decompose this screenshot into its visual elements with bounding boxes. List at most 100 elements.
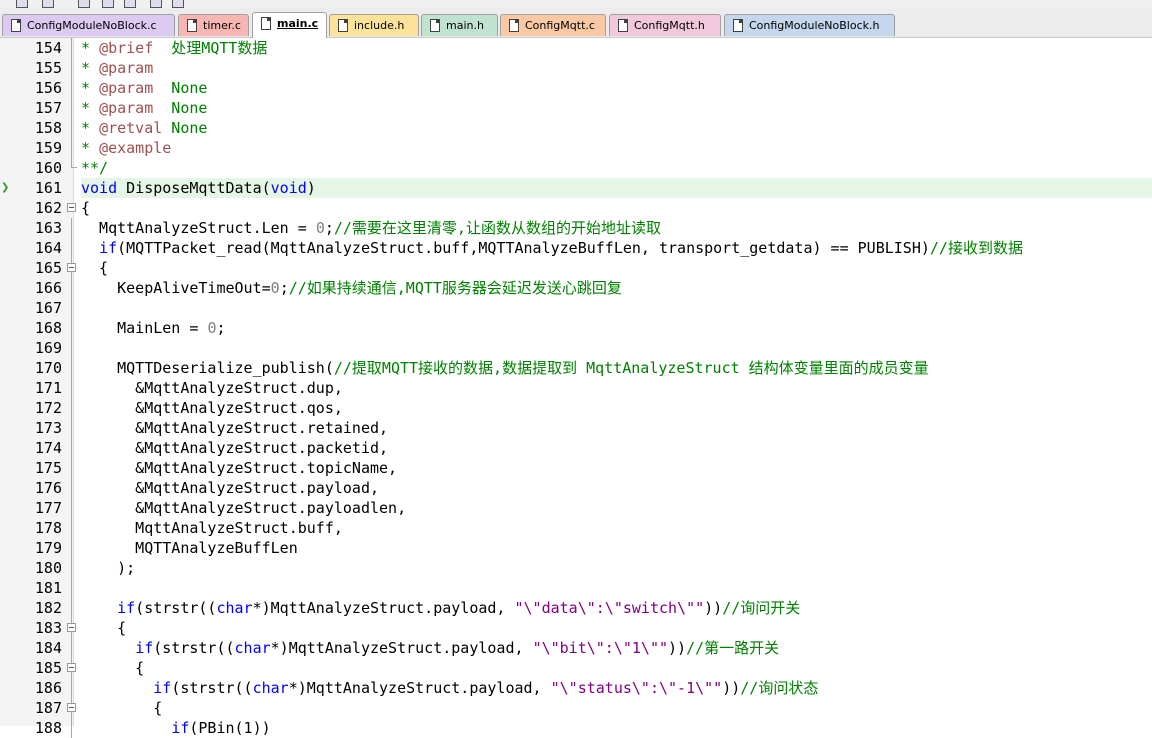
line-number: 158 <box>34 119 62 137</box>
code-token: * <box>81 59 100 77</box>
code-token: (strstr(( <box>153 639 235 657</box>
code-line[interactable]: 188 if(PBin(1)) <box>0 718 1152 738</box>
code-token: * <box>81 99 100 117</box>
code-line[interactable]: 170 MQTTDeserialize_publish(//提取MQTT接收的数… <box>0 358 1152 378</box>
code-line[interactable]: 182 if(strstr((char*)MqttAnalyzeStruct.p… <box>0 598 1152 618</box>
code-line[interactable]: 179 MQTTAnalyzeBuffLen <box>0 538 1152 558</box>
code-text: * @example <box>81 138 1152 158</box>
code-line[interactable]: 171 &MqttAnalyzeStruct.dup, <box>0 378 1152 398</box>
code-text: * @retval None <box>81 118 1152 138</box>
fold-toggle-icon[interactable] <box>67 623 76 632</box>
tab-main-h[interactable]: main.h <box>421 14 498 36</box>
fold-end-marker <box>71 158 77 168</box>
code-line[interactable]: 165 { <box>0 258 1152 278</box>
paste-icon[interactable] <box>102 0 114 8</box>
code-text: if(strstr((char*)MqttAnalyzeStruct.paylo… <box>81 678 1152 698</box>
tab-main-c[interactable]: main.c <box>252 12 327 38</box>
fold-toggle-icon[interactable] <box>67 663 76 672</box>
code-line[interactable]: 163 MqttAnalyzeStruct.Len = 0;//需要在这里清零,… <box>0 218 1152 238</box>
code-text: * @param <box>81 58 1152 78</box>
fold-guide-line <box>71 498 72 518</box>
fold-guide-line <box>71 138 72 158</box>
code-editor[interactable]: 154 * @brief 处理MQTT数据 155 * @param 156 * @par… <box>0 38 1152 738</box>
code-line[interactable]: 178 MqttAnalyzeStruct.buff, <box>0 518 1152 538</box>
code-text: { <box>81 698 1152 718</box>
code-line[interactable]: 175 &MqttAnalyzeStruct.topicName, <box>0 458 1152 478</box>
code-line[interactable]: 183 { <box>0 618 1152 638</box>
fold-toggle-icon[interactable] <box>67 203 76 212</box>
code-line[interactable]: 184 if(strstr((char*)MqttAnalyzeStruct.p… <box>0 638 1152 658</box>
code-line[interactable]: 166 KeepAliveTimeOut=0;//如果持续通信,MQTT服务器会… <box>0 278 1152 298</box>
tab-configmodulenoblock-h[interactable]: ConfigModuleNoBlock.h <box>724 14 895 36</box>
tab-configmodulenoblock-c[interactable]: ConfigModuleNoBlock.c <box>2 14 175 36</box>
code-token: &MqttAnalyzeStruct.payloadlen, <box>81 499 407 517</box>
code-text: &MqttAnalyzeStruct.topicName, <box>81 458 1152 478</box>
cut-icon[interactable] <box>42 0 54 8</box>
code-token: if <box>117 599 136 617</box>
fold-guide-line <box>71 58 72 78</box>
code-line[interactable]: 155 * @param <box>0 58 1152 78</box>
fold-guide-line <box>71 378 72 398</box>
code-line[interactable]: 172 &MqttAnalyzeStruct.qos, <box>0 398 1152 418</box>
code-line[interactable]: 162 { <box>0 198 1152 218</box>
code-text: MqttAnalyzeStruct.buff, <box>81 518 1152 538</box>
code-token: //需要在这里清零,让函数从数组的开始地址读取 <box>333 219 661 237</box>
code-token: { <box>81 659 145 677</box>
code-token: @brief <box>99 39 154 57</box>
code-text: &MqttAnalyzeStruct.qos, <box>81 398 1152 418</box>
code-line[interactable]: 186 if(strstr((char*)MqttAnalyzeStruct.p… <box>0 678 1152 698</box>
code-token: @param <box>99 99 154 117</box>
fold-toggle-icon[interactable] <box>67 263 76 272</box>
code-line[interactable]: 158 * @retval None <box>0 118 1152 138</box>
tab-label: main.c <box>277 17 319 30</box>
copy-icon[interactable] <box>16 0 28 8</box>
code-token: //如果持续通信,MQTT服务器会延迟发送心跳回复 <box>288 279 622 297</box>
code-line[interactable]: 173 &MqttAnalyzeStruct.retained, <box>0 418 1152 438</box>
line-number: 162 <box>34 199 62 217</box>
document-icon <box>11 19 21 32</box>
code-line[interactable]: 174 &MqttAnalyzeStruct.packetid, <box>0 438 1152 458</box>
code-line[interactable]: 154 * @brief 处理MQTT数据 <box>0 38 1152 58</box>
code-line[interactable]: 156 * @param None <box>0 78 1152 98</box>
fold-guide-line <box>71 678 72 698</box>
fold-guide-line <box>71 398 72 418</box>
code-line[interactable]: 157 * @param None <box>0 98 1152 118</box>
funnel-icon[interactable] <box>150 0 162 8</box>
code-line[interactable]: 164 if(MQTTPacket_read(MqttAnalyzeStruct… <box>0 238 1152 258</box>
code-token: if <box>153 679 172 697</box>
code-token: if <box>99 239 118 257</box>
tab-include-h[interactable]: include.h <box>329 14 419 36</box>
code-line[interactable]: 177 &MqttAnalyzeStruct.payloadlen, <box>0 498 1152 518</box>
code-line[interactable]: 176 &MqttAnalyzeStruct.payload, <box>0 478 1152 498</box>
code-token: *)MqttAnalyzeStruct.payload, <box>252 599 515 617</box>
code-line[interactable]: 187 { <box>0 698 1152 718</box>
save-icon[interactable] <box>78 0 90 8</box>
line-number: 179 <box>34 539 62 557</box>
fold-toggle-icon[interactable] <box>67 703 76 712</box>
fold-guide-line <box>71 278 72 298</box>
code-line[interactable]: 160 **/ <box>0 158 1152 178</box>
line-number: 164 <box>34 239 62 257</box>
code-line[interactable]: 168 MainLen = 0; <box>0 318 1152 338</box>
tab-configmqtt-h[interactable]: ConfigMqtt.h <box>609 14 721 36</box>
document-icon <box>430 19 440 32</box>
code-line[interactable]: 159 * @example <box>0 138 1152 158</box>
download-icon[interactable] <box>124 0 136 8</box>
code-token: MQTTAnalyzeBuffLen <box>81 539 298 557</box>
fold-guide-line <box>71 458 72 478</box>
code-text: if(strstr((char*)MqttAnalyzeStruct.paylo… <box>81 598 1152 618</box>
code-line[interactable]: 180 ); <box>0 558 1152 578</box>
code-text: MQTTDeserialize_publish(//提取MQTT接收的数据,数据… <box>81 358 1152 378</box>
code-line[interactable]: 181 <box>0 578 1152 598</box>
code-line[interactable]: 167 <box>0 298 1152 318</box>
code-line[interactable]: 169 <box>0 338 1152 358</box>
tab-timer-c[interactable]: timer.c <box>178 14 249 36</box>
tab-configmqtt-c[interactable]: ConfigMqtt.c <box>500 14 606 36</box>
check-icon[interactable] <box>172 0 184 8</box>
code-text: &MqttAnalyzeStruct.retained, <box>81 418 1152 438</box>
code-token: @retval <box>99 119 163 137</box>
line-number: 186 <box>34 679 62 697</box>
code-line[interactable]: 185 { <box>0 658 1152 678</box>
code-line[interactable]: 161 ❯ void DisposeMqttData(void) <box>0 178 1152 198</box>
